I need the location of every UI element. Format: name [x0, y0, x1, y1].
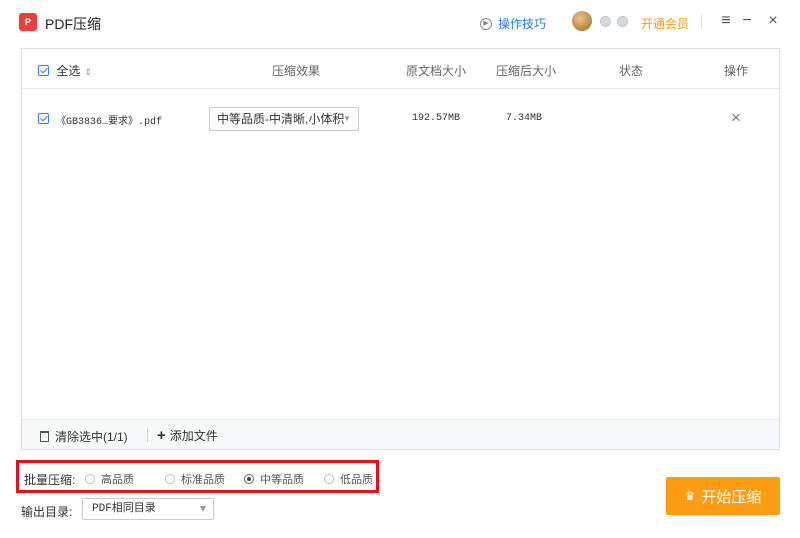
radio-label: 中等品质	[260, 474, 304, 486]
clear-selected-label: 清除选中(1/1)	[55, 430, 128, 444]
chevron-down-icon: ▼	[343, 114, 351, 123]
file-name: 《GB3836…要求》.pdf	[56, 117, 163, 128]
tips-link[interactable]: ▶ 操作技巧	[480, 15, 546, 32]
start-compress-label: 开始压缩	[701, 488, 762, 506]
quality-select-value: 中等品质-中清晰,小体积	[217, 112, 345, 126]
select-all-label: 全选	[56, 64, 81, 78]
coin-badge-icon[interactable]	[617, 16, 628, 27]
minimize-icon[interactable]: −	[738, 12, 756, 30]
add-file-label: 添加文件	[169, 429, 218, 443]
radio-dot[interactable]	[85, 474, 95, 484]
select-all-control[interactable]: 全选 ⇕	[38, 62, 92, 79]
radio-label: 高品质	[101, 474, 134, 486]
radio-low-quality[interactable]: 低品质	[324, 471, 373, 487]
compressed-size: 7.34MB	[506, 113, 543, 124]
radio-medium-quality[interactable]: 中等品质	[244, 471, 304, 487]
sort-icon[interactable]: ⇕	[84, 67, 92, 77]
header-original-size: 原文档大小	[406, 64, 467, 78]
header-status: 状态	[619, 64, 644, 78]
header-effect: 压缩效果	[272, 64, 321, 78]
radio-standard-quality[interactable]: 标准品质	[165, 471, 225, 487]
clear-selected-button[interactable]: 清除选中(1/1)	[40, 428, 128, 445]
original-size: 192.57MB	[412, 113, 461, 124]
table-footer: 清除选中(1/1) + 添加文件	[22, 419, 779, 449]
batch-compress-group: 批量压缩: 高品质 标准品质 中等品质 低品质	[16, 460, 379, 493]
title-divider	[701, 14, 702, 30]
table-row: 《GB3836…要求》.pdf 中等品质-中清晰,小体积 ▼ 192.57MB …	[22, 101, 779, 137]
output-dir-value: PDF相同目录	[92, 503, 156, 515]
open-vip-link[interactable]: 开通会员	[641, 15, 689, 32]
menu-icon[interactable]: ≡	[717, 12, 735, 30]
crown-icon: ♛	[684, 489, 696, 503]
file-table: 全选 ⇕ 压缩效果 原文档大小 压缩后大小 状态 操作 《GB3836…要求》.p…	[21, 48, 780, 450]
header-compressed-size: 压缩后大小	[496, 64, 557, 78]
add-file-button[interactable]: + 添加文件	[157, 427, 218, 444]
member-badge-icon[interactable]	[600, 16, 611, 27]
output-dir-label: 输出目录:	[21, 505, 73, 519]
start-compress-button[interactable]: ♛ 开始压缩	[666, 477, 780, 515]
chevron-down-icon: ▼	[199, 504, 206, 513]
quality-select[interactable]: 中等品质-中清晰,小体积 ▼	[209, 107, 359, 131]
pdf-logo-icon: P	[19, 13, 37, 31]
title-bar: P PDF压缩 ▶ 操作技巧 开通会员 ≡ − ×	[0, 0, 800, 46]
output-dir-select[interactable]: PDF相同目录 ▼	[82, 498, 214, 520]
radio-label: 标准品质	[181, 474, 225, 486]
avatar[interactable]	[572, 11, 592, 31]
plus-icon: +	[157, 426, 166, 444]
radio-dot[interactable]	[165, 474, 175, 484]
radio-label: 低品质	[340, 474, 373, 486]
header-actions: 操作	[724, 64, 749, 78]
batch-compress-label: 批量压缩:	[24, 473, 76, 487]
select-all-checkbox[interactable]	[38, 65, 49, 76]
table-header: 全选 ⇕ 压缩效果 原文档大小 压缩后大小 状态 操作	[22, 49, 779, 89]
radio-dot[interactable]	[324, 474, 334, 484]
play-icon: ▶	[480, 17, 492, 30]
radio-high-quality[interactable]: 高品质	[85, 471, 134, 487]
row-checkbox[interactable]	[38, 113, 49, 124]
app-title: PDF压缩	[45, 16, 101, 32]
trash-icon	[40, 431, 49, 442]
remove-file-icon[interactable]: ×	[728, 108, 744, 128]
footer-divider	[147, 429, 148, 442]
tips-label: 操作技巧	[498, 17, 547, 31]
radio-dot-selected[interactable]	[244, 474, 254, 484]
close-icon[interactable]: ×	[764, 12, 782, 30]
